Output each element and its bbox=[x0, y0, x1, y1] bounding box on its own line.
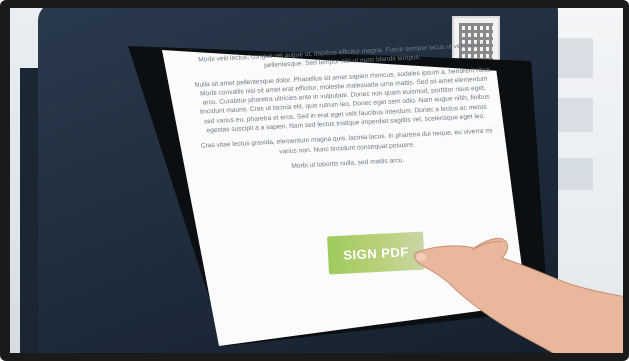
sign-pdf-button[interactable]: SIGN PDF bbox=[327, 231, 425, 275]
kiosk-photo: Morbi velit lectus, congue vel augue ut,… bbox=[10, 8, 623, 353]
photo-frame: Morbi velit lectus, congue vel augue ut,… bbox=[0, 0, 629, 361]
document-paragraph: Nulla sit amet pellentesque dolor. Phase… bbox=[194, 65, 493, 135]
document-text: Morbi velit lectus, congue vel augue ut,… bbox=[192, 40, 498, 182]
